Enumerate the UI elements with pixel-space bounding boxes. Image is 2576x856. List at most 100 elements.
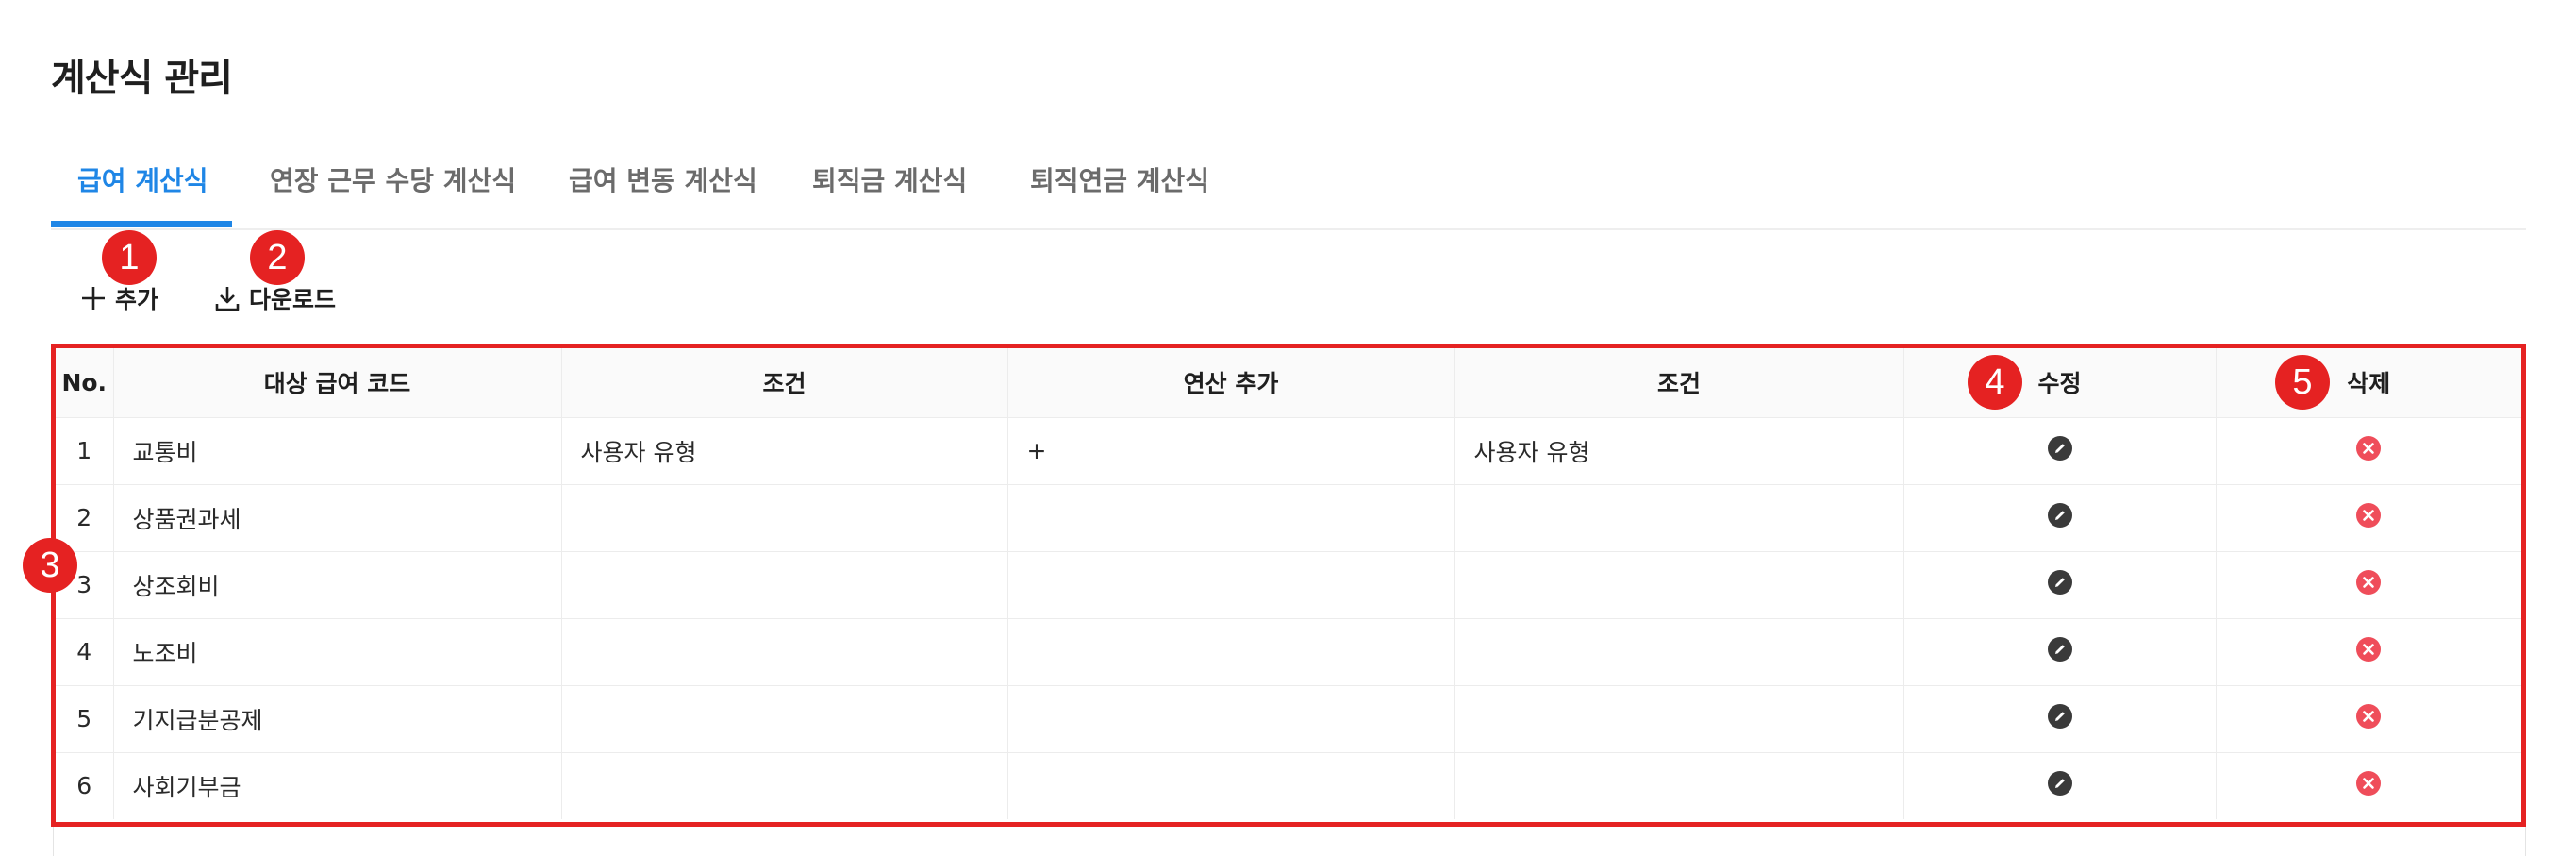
tab-salary-change-formula[interactable]: 급여 변동 계산식 — [569, 151, 757, 227]
active-tab-underline — [51, 221, 232, 227]
edit-cell — [1903, 484, 2217, 552]
table-bottom-area — [53, 827, 2526, 856]
table-body: 1 교통비 사용자 유형 + 사용자 유형 2 상품권과세 3 상조회비 4 노조비 5 기지급분공제 6… — [56, 417, 2521, 819]
formula-table-container: No. 대상 급여 코드 조건 연산 추가 조건 수정 삭제 1 교통비 사용자 유… — [51, 344, 2526, 827]
pencil-icon — [2047, 636, 2072, 662]
delete-cell — [2216, 417, 2521, 485]
delete-button[interactable] — [2355, 770, 2382, 802]
edit-cell — [1903, 551, 2217, 619]
condition-cell — [561, 752, 1008, 819]
edit-button[interactable] — [2047, 502, 2073, 534]
salary-code-cell: 교통비 — [113, 417, 562, 485]
edit-cell — [1903, 618, 2217, 686]
delete-button[interactable] — [2355, 636, 2382, 668]
column-header-add-operation: 연산 추가 — [1007, 348, 1455, 418]
table-row: 4 노조비 — [56, 618, 2521, 686]
condition-cell — [561, 551, 1008, 619]
condition-2-cell — [1454, 484, 1904, 552]
close-circle-icon — [2356, 770, 2382, 796]
formula-table: No. 대상 급여 코드 조건 연산 추가 조건 수정 삭제 1 교통비 사용자 유… — [56, 348, 2521, 819]
annotation-marker-3: 3 — [23, 538, 77, 593]
download-button[interactable]: 다운로드 — [213, 279, 336, 317]
operation-cell — [1007, 618, 1455, 686]
table-header-row: No. 대상 급여 코드 조건 연산 추가 조건 수정 삭제 — [56, 348, 2521, 418]
table-row: 3 상조회비 — [56, 551, 2521, 619]
close-circle-icon — [2356, 703, 2382, 729]
download-button-label: 다운로드 — [249, 286, 337, 313]
row-number: 4 — [56, 618, 114, 686]
table-row: 6 사회기부금 — [56, 752, 2521, 819]
close-circle-icon — [2356, 569, 2382, 595]
salary-code-cell: 상조회비 — [113, 551, 562, 619]
operation-cell — [1007, 551, 1455, 619]
tab-salary-formula[interactable]: 급여 계산식 — [77, 151, 208, 227]
edit-button[interactable] — [2047, 435, 2073, 467]
pencil-icon — [2047, 703, 2072, 729]
tab-retirement-pension-formula[interactable]: 퇴직연금 계산식 — [1030, 151, 1209, 227]
tab-bar: 급여 계산식 연장 근무 수당 계산식 급여 변동 계산식 퇴직금 계산식 퇴직… — [51, 151, 2526, 230]
delete-button[interactable] — [2355, 569, 2382, 601]
close-circle-icon — [2356, 435, 2382, 461]
plus-icon — [82, 287, 105, 310]
operation-cell — [1007, 484, 1455, 552]
table-row: 2 상품권과세 — [56, 484, 2521, 552]
close-circle-icon — [2356, 502, 2382, 528]
pencil-icon — [2047, 770, 2072, 796]
delete-cell — [2216, 618, 2521, 686]
tab-severance-formula[interactable]: 퇴직금 계산식 — [812, 151, 967, 227]
column-header-condition-2: 조건 — [1454, 348, 1904, 418]
annotation-marker-4: 4 — [1968, 355, 2022, 410]
condition-cell — [561, 685, 1008, 753]
delete-cell — [2216, 752, 2521, 819]
row-number: 1 — [56, 417, 114, 485]
table-row: 5 기지급분공제 — [56, 685, 2521, 753]
annotation-marker-5: 5 — [2275, 355, 2330, 410]
operation-cell — [1007, 685, 1455, 753]
row-number: 5 — [56, 685, 114, 753]
annotation-marker-1: 1 — [102, 230, 157, 285]
delete-button[interactable] — [2355, 435, 2382, 467]
annotation-marker-2: 2 — [250, 230, 305, 285]
delete-cell — [2216, 685, 2521, 753]
condition-2-cell — [1454, 685, 1904, 753]
pencil-icon — [2047, 569, 2072, 595]
edit-cell — [1903, 417, 2217, 485]
salary-code-cell: 노조비 — [113, 618, 562, 686]
download-icon — [215, 287, 240, 311]
row-number: 6 — [56, 752, 114, 819]
salary-code-cell: 기지급분공제 — [113, 685, 562, 753]
tab-overtime-allowance-formula[interactable]: 연장 근무 수당 계산식 — [270, 151, 516, 227]
edit-cell — [1903, 685, 2217, 753]
edit-button[interactable] — [2047, 703, 2073, 735]
add-button[interactable]: 추가 — [79, 279, 158, 317]
delete-button[interactable] — [2355, 502, 2382, 534]
operation-cell — [1007, 752, 1455, 819]
condition-cell — [561, 484, 1008, 552]
add-button-label: 추가 — [115, 286, 159, 313]
column-header-no: No. — [56, 348, 114, 418]
close-circle-icon — [2356, 636, 2382, 662]
delete-button[interactable] — [2355, 703, 2382, 735]
delete-cell — [2216, 551, 2521, 619]
salary-code-cell: 상품권과세 — [113, 484, 562, 552]
operation-cell: + — [1007, 417, 1455, 485]
column-header-edit: 수정 — [1903, 348, 2217, 418]
edit-button[interactable] — [2047, 636, 2073, 668]
edit-cell — [1903, 752, 2217, 819]
edit-button[interactable] — [2047, 569, 2073, 601]
condition-2-cell: 사용자 유형 — [1454, 417, 1904, 485]
condition-2-cell — [1454, 551, 1904, 619]
page-title: 계산식 관리 — [51, 57, 233, 100]
column-header-condition: 조건 — [561, 348, 1008, 418]
column-header-delete: 삭제 — [2216, 348, 2521, 418]
pencil-icon — [2047, 435, 2072, 461]
edit-button[interactable] — [2047, 770, 2073, 802]
table-row: 1 교통비 사용자 유형 + 사용자 유형 — [56, 417, 2521, 485]
salary-code-cell: 사회기부금 — [113, 752, 562, 819]
condition-cell: 사용자 유형 — [561, 417, 1008, 485]
column-header-target-salary-code: 대상 급여 코드 — [113, 348, 562, 418]
delete-cell — [2216, 484, 2521, 552]
pencil-icon — [2047, 502, 2072, 528]
condition-2-cell — [1454, 618, 1904, 686]
condition-2-cell — [1454, 752, 1904, 819]
